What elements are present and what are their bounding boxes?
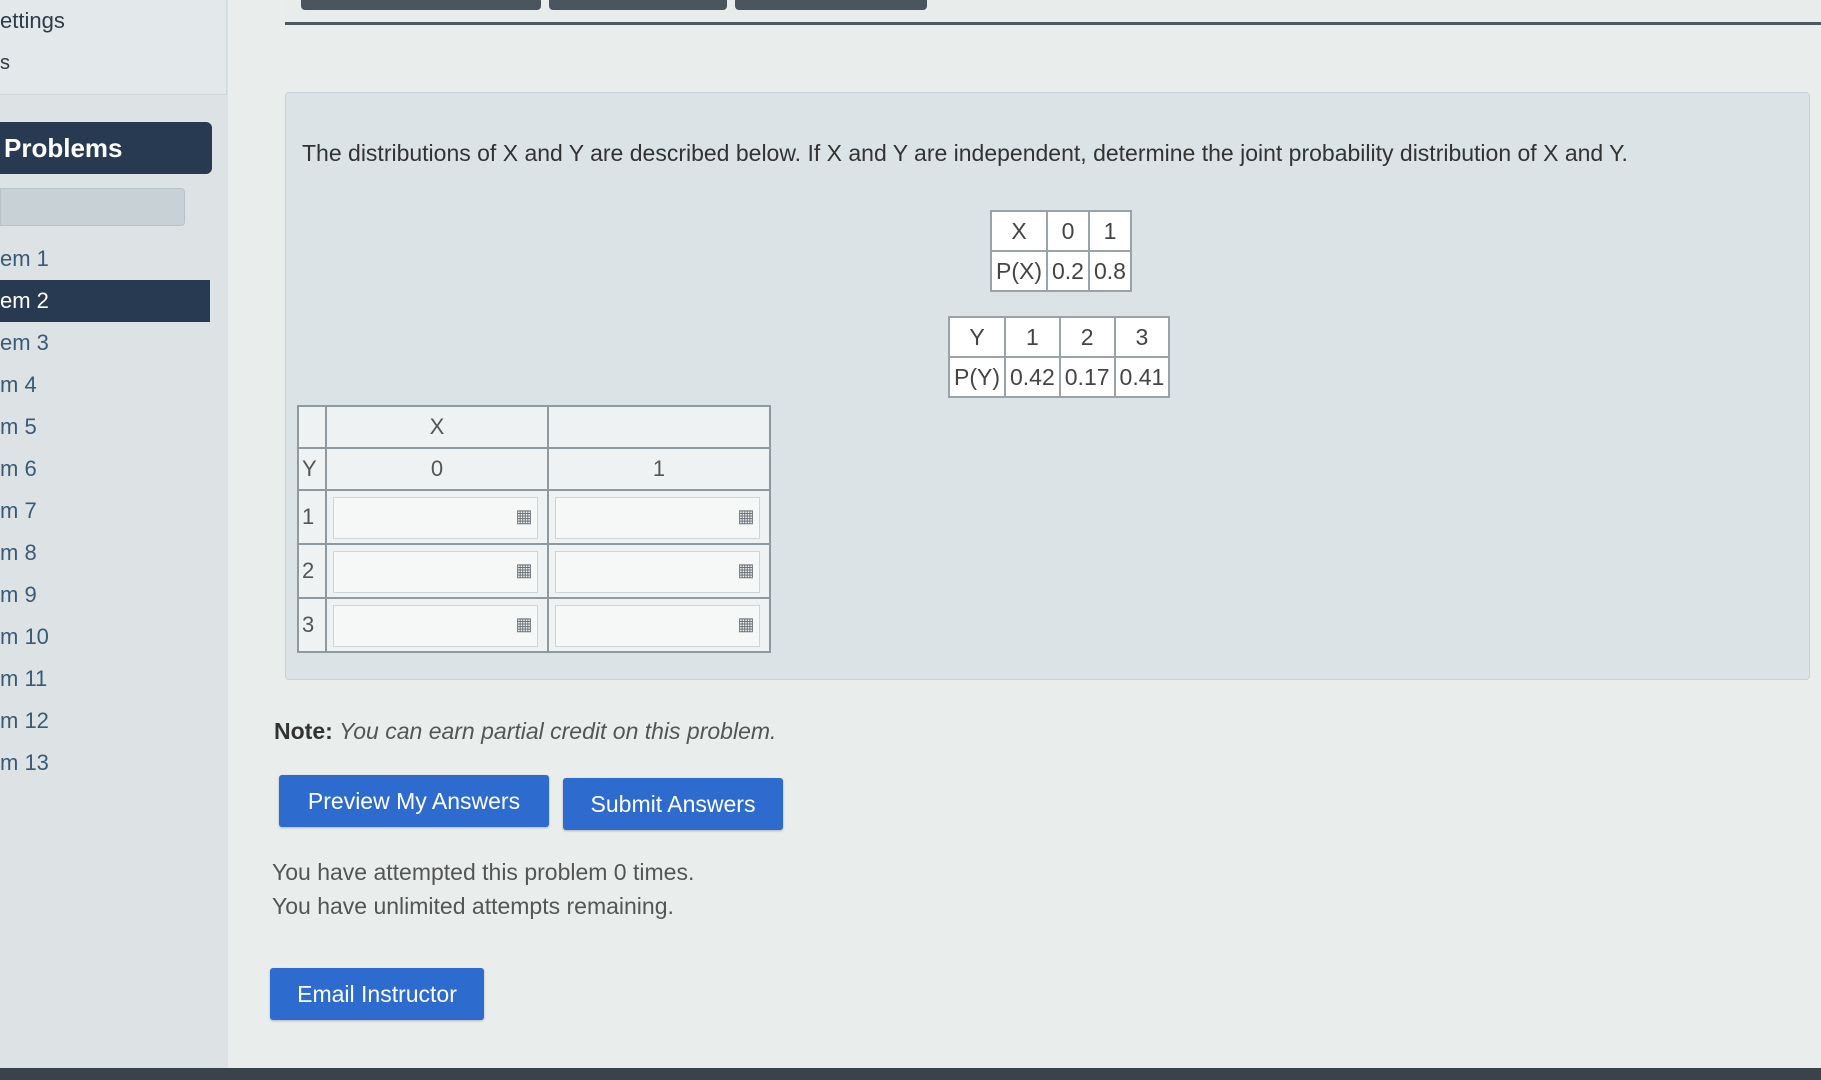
answer-input-y1-x1[interactable] [555,497,760,539]
sidebar-item-problem-10[interactable]: m 10 [0,616,210,658]
sidebar-item-problem-13[interactable]: m 13 [0,742,210,784]
submit-answers-button[interactable]: Submit Answers [563,778,783,830]
x-dist-header-label: X [990,210,1048,252]
preview-answers-button[interactable]: Preview My Answers [279,775,549,827]
top-tab-3[interactable] [735,0,927,10]
problem-statement: The distributions of X and Y are describ… [302,140,1628,166]
sidebar-s-link[interactable]: s [0,52,10,75]
y-dist-prob-label: P(Y) [948,356,1006,398]
problem-list: em 1 em 2 em 3 m 4 m 5 m 6 m 7 m 8 m 9 m… [0,238,210,784]
y-dist-value: 2 [1058,316,1116,358]
y-dist-header-label: Y [948,316,1006,358]
note-text: You can earn partial credit on this prob… [339,718,777,744]
grid-icon[interactable]: ▦ [513,505,535,527]
sidebar-item-problem-6[interactable]: m 6 [0,448,210,490]
y-dist-prob: 0.17 [1058,356,1116,398]
sidebar-item-problem-11[interactable]: m 11 [0,658,210,700]
sidebar-item-problem-8[interactable]: m 8 [0,532,210,574]
y-dist-value: 3 [1113,316,1171,358]
grid-x-label: X [325,405,549,449]
top-tab-strip [285,0,1821,25]
attempts-info: You have attempted this problem 0 times.… [272,855,694,923]
sidebar-item-problem-7[interactable]: m 7 [0,490,210,532]
answer-input-y2-x0[interactable] [333,551,538,593]
sidebar-filter-box[interactable] [0,188,185,226]
answer-cell: ▦ [547,597,771,653]
answer-cell: ▦ [325,597,549,653]
x-distribution-table: X 0 1 P(X) 0.2 0.8 [990,210,1132,292]
x-dist-value: 1 [1087,210,1132,252]
top-tab-1[interactable] [301,0,541,10]
answer-cell: ▦ [547,543,771,599]
attempts-count-text: You have attempted this problem 0 times. [272,859,695,885]
sidebar-settings-link[interactable]: ettings [0,8,65,34]
answer-cell: ▦ [547,489,771,545]
grid-blank-header [547,405,771,449]
sidebar-settings-box: ettings s [0,0,227,95]
y-distribution-table: Y 1 2 3 P(Y) 0.42 0.17 0.41 [948,316,1171,398]
x-dist-value: 0 [1046,210,1090,252]
problems-section-title: Problems [0,122,212,174]
answer-input-y2-x1[interactable] [555,551,760,593]
attempts-remaining-text: You have unlimited attempts remaining. [272,893,674,919]
answer-cell: ▦ [325,489,549,545]
answer-input-y3-x0[interactable] [333,605,538,647]
sidebar-item-problem-4[interactable]: m 4 [0,364,210,406]
sidebar-item-problem-5[interactable]: m 5 [0,406,210,448]
y-dist-value: 1 [1004,316,1061,358]
answer-cell: ▦ [325,543,549,599]
answer-input-y3-x1[interactable] [555,605,760,647]
grid-icon[interactable]: ▦ [735,559,757,581]
sidebar-item-problem-9[interactable]: m 9 [0,574,210,616]
grid-icon[interactable]: ▦ [735,505,757,527]
sidebar-item-problem-1[interactable]: em 1 [0,238,210,280]
partial-credit-note: Note: You can earn partial credit on thi… [274,718,776,745]
sidebar-item-problem-3[interactable]: em 3 [0,322,210,364]
sidebar: ettings s Problems em 1 em 2 em 3 m 4 m … [0,0,228,1068]
email-instructor-button[interactable]: Email Instructor [270,968,484,1020]
x-dist-prob: 0.8 [1087,250,1132,292]
sidebar-item-problem-2[interactable]: em 2 [0,280,210,322]
grid-icon[interactable]: ▦ [735,613,757,635]
grid-y-value: 3 [297,597,327,653]
grid-y-value: 1 [297,489,327,545]
grid-icon[interactable]: ▦ [513,613,535,635]
grid-corner [297,405,327,449]
note-label: Note: [274,718,333,744]
grid-x-value: 1 [547,447,771,491]
grid-x-value: 0 [325,447,549,491]
joint-distribution-table: X Y 0 1 1 ▦ ▦ 2 ▦ ▦ 3 ▦ ▦ [297,405,771,653]
bottom-bar [0,1068,1821,1080]
grid-y-value: 2 [297,543,327,599]
x-dist-prob: 0.2 [1046,250,1090,292]
grid-y-label: Y [297,447,327,491]
top-tab-2[interactable] [549,0,727,10]
y-dist-prob: 0.42 [1004,356,1061,398]
grid-icon[interactable]: ▦ [513,559,535,581]
y-dist-prob: 0.41 [1113,356,1171,398]
sidebar-item-problem-12[interactable]: m 12 [0,700,210,742]
answer-input-y1-x0[interactable] [333,497,538,539]
x-dist-prob-label: P(X) [990,250,1048,292]
